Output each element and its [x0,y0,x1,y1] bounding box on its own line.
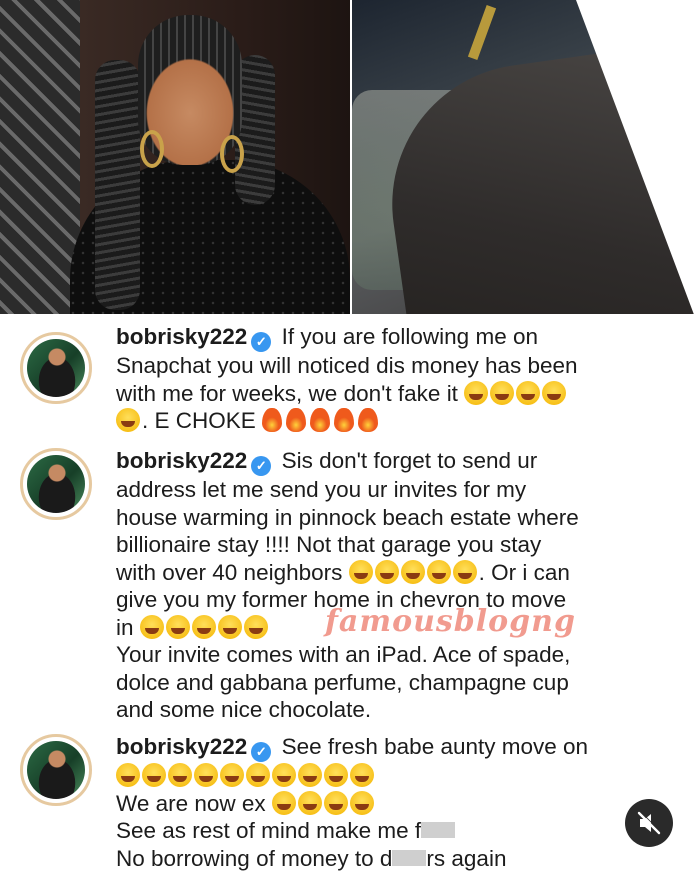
laughing-face-emoji [246,763,270,787]
laughing-face-emoji [350,763,374,787]
comment-text: . Or i can [478,559,570,585]
laughing-face-emoji [323,790,348,815]
fire-emoji [286,408,307,432]
laughing-face-emoji [464,380,489,405]
username[interactable]: bobrisky222 [116,734,247,759]
laughing-face-emoji [116,763,140,787]
laughing-face-emoji [542,380,567,405]
laughing-face-emoji [490,380,515,405]
comment-text: If you are following me on [281,324,538,349]
laughing-face-emoji [165,614,190,639]
laughing-face-emoji [116,408,140,432]
verified-badge-icon: ✓ [251,332,272,352]
laughing-face-emoji [516,380,541,405]
laughing-face-emoji [349,790,374,815]
comment-text: We are now ex [116,790,266,816]
comment-text: in [116,614,134,640]
comment-text: address let me send you ur invites for m… [116,477,527,502]
comment-text: and some nice chocolate. [116,697,372,722]
fire-emoji [334,408,355,432]
censor-block [392,849,427,866]
comment-text: rs again [426,845,507,871]
comment-text: Your invite comes with an iPad. Ace of s… [116,642,571,667]
verified-badge-icon: ✓ [251,742,272,762]
laughing-face-emoji [298,763,322,787]
comment-text: . E CHOKE [142,408,256,433]
username[interactable]: bobrisky222 [116,324,247,349]
mute-button[interactable] [625,799,673,847]
comment-text: No borrowing of money to d [116,845,393,871]
username[interactable]: bobrisky222 [116,448,247,473]
laughing-face-emoji [452,559,477,584]
fire-emoji [358,408,379,432]
comment-text: dolce and gabbana perfume, champagne cup [116,669,569,695]
laughing-face-emoji [191,614,216,639]
comment-text: Sis don't forget to send ur [281,448,538,473]
laughing-face-emoji [400,559,425,584]
watermark: famousblogng [325,604,576,639]
comment-text: with over 40 neighbors [116,559,343,585]
verified-badge-icon: ✓ [251,456,272,476]
laughing-face-emoji [217,614,242,639]
laughing-face-emoji [168,763,192,787]
laughing-face-emoji [142,763,166,787]
comment-text: house warming in pinnock beach estate wh… [116,504,579,530]
laughing-face-emoji [243,614,268,639]
comment-text: Snapchat you will noticed dis money has … [116,353,578,378]
fire-emoji [262,408,283,432]
blurry-video-photo [352,0,696,314]
laughing-face-emoji [194,763,218,787]
laughing-face-emoji [426,559,451,584]
laughing-face-emoji [297,790,322,815]
avatar[interactable] [20,448,92,520]
laughing-face-emoji [348,559,373,584]
earring-left [140,130,164,168]
censor-block [421,822,456,838]
muted-speaker-icon [637,811,661,835]
laughing-face-emoji [272,763,296,787]
avatar[interactable] [20,734,92,806]
earring-right [220,135,244,173]
fire-emoji [310,408,331,432]
comment-text: See as rest of mind make me f [116,818,422,843]
laughing-face-emoji [220,763,244,787]
portrait-photo [0,0,350,314]
laughing-face-emoji [139,614,164,639]
photo-strip [0,0,696,318]
laughing-face-emoji [324,763,348,787]
comment-text: billionaire stay !!!! Not that garage yo… [116,532,542,557]
avatar[interactable] [20,332,92,404]
comment-text: with me for weeks, we don't fake it [116,380,458,406]
comment-text: See fresh babe aunty move on [281,734,589,759]
laughing-face-emoji [374,559,399,584]
laughing-face-emoji [271,790,296,815]
